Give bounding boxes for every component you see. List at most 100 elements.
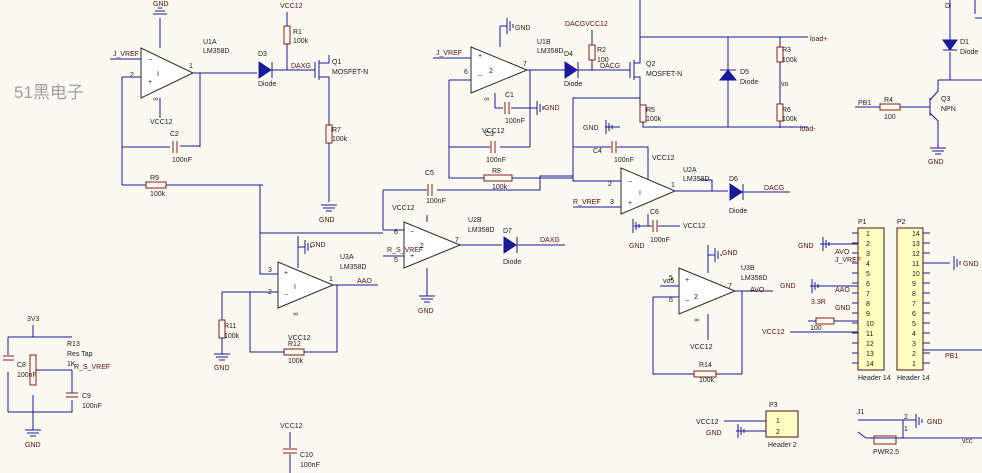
wire <box>260 229 404 234</box>
power-jack-j1[interactable] <box>873 435 897 445</box>
schematic-label: GND <box>25 442 41 449</box>
resistor-r1[interactable] <box>283 25 291 45</box>
schematic-label: Diode <box>258 81 276 88</box>
wire <box>923 256 961 270</box>
u3a-opamp[interactable] <box>277 261 335 309</box>
wire <box>448 79 471 147</box>
schematic-label: 100k <box>782 57 798 64</box>
u1a-opamp[interactable] <box>140 47 195 99</box>
schematic-label: GND <box>583 125 599 132</box>
schematic-label: D7 <box>503 228 512 235</box>
wire <box>321 143 337 212</box>
schematic-label: VCC12 <box>150 119 173 126</box>
resistor-r4[interactable] <box>879 103 901 111</box>
schematic-label: R9 <box>150 175 159 182</box>
schematic-label: R14 <box>699 362 712 369</box>
p1-p2-headers: P1 1234567891011121314 Header 14 P2 1413… <box>762 219 982 382</box>
schematic-label: Header 14 <box>858 375 891 382</box>
schematic-label: vo <box>781 81 789 88</box>
schematic-label: VCC12 <box>288 335 311 342</box>
header-pin-label: 1 <box>866 231 870 238</box>
u2b-r-s-vref-net: R_S_VREF <box>387 247 423 254</box>
wire <box>494 93 503 109</box>
schematic-label: 1 <box>904 426 908 433</box>
diode-d6[interactable] <box>729 183 743 201</box>
schematic-label: Res Tap <box>67 351 93 358</box>
schematic-label: GND <box>963 261 979 268</box>
resistor-r9[interactable] <box>145 181 167 189</box>
schematic-label: VCC12 <box>392 205 415 212</box>
wire <box>611 141 617 153</box>
schematic-label: GND <box>706 430 722 437</box>
schematic-label: MOSFET-N <box>646 71 682 78</box>
wire <box>707 245 722 273</box>
schematic-label: PWR2.5 <box>873 449 899 456</box>
wire <box>572 97 646 178</box>
schematic-label: 100nF <box>505 118 525 125</box>
diode-d1[interactable] <box>942 39 958 51</box>
header-p3[interactable] <box>765 410 799 438</box>
net-3v3: 3V3 <box>27 316 40 323</box>
schematic-label: − <box>410 229 414 236</box>
schematic-label: AAO <box>835 287 850 294</box>
wire <box>499 18 514 47</box>
wire <box>121 147 263 186</box>
schematic-label: DACG <box>600 63 620 70</box>
schematic-label: Header 2 <box>768 442 797 449</box>
header-p2[interactable] <box>896 227 924 371</box>
wire <box>419 268 435 303</box>
header-p1[interactable] <box>857 227 885 371</box>
header-pin-label: 5 <box>866 271 870 278</box>
header-pin-label: 7 <box>912 301 916 308</box>
resistor-r12[interactable] <box>283 348 305 356</box>
wire <box>857 419 904 439</box>
diode-d3[interactable] <box>258 61 272 79</box>
schematic-label: 100k <box>293 38 309 45</box>
schematic-label: R8 <box>492 168 501 175</box>
schematic-label: + <box>410 253 414 260</box>
schematic-label: R12 <box>288 341 301 348</box>
wire <box>903 414 982 439</box>
header-p1-ref: P1 <box>858 219 867 226</box>
schematic-label: 3.3R <box>811 299 826 306</box>
wire <box>221 291 284 353</box>
schematic-label: MOSFET-N <box>332 69 368 76</box>
resistor-r2[interactable] <box>588 44 596 61</box>
schematic-label: D3 <box>258 51 267 58</box>
schematic-label: VCC12 <box>762 329 785 336</box>
header-p2-ref: P2 <box>897 219 906 226</box>
schematic-label: − <box>628 179 632 186</box>
schematic-label: 2 <box>489 68 493 75</box>
mosfet-q1[interactable]: Q1 <box>332 59 341 66</box>
bjt-q3[interactable]: Q3 <box>941 96 950 103</box>
schematic-label: Diode <box>740 79 758 86</box>
u3b-part: LM358D <box>741 275 767 282</box>
schematic-label: C1 <box>505 92 514 99</box>
diode-d5[interactable] <box>718 69 738 81</box>
schematic-label: 100nF <box>486 157 506 164</box>
schematic-label: VCC12 <box>690 344 713 351</box>
diode-d7[interactable] <box>503 236 517 254</box>
u2a-ref: U2A <box>683 167 697 174</box>
net-gnd: GND <box>153 1 169 8</box>
mosfet-q2[interactable]: Q2 <box>646 61 655 68</box>
load-minus-net: load- <box>800 126 816 133</box>
schematic-label: ∞ <box>293 311 298 318</box>
pb1-net: PB1 <box>858 100 871 107</box>
resistor-r8[interactable] <box>483 174 513 182</box>
resistor-r-header[interactable] <box>815 317 835 325</box>
diode-d4[interactable] <box>564 61 578 79</box>
q2-section: D4 Diode DACG DACGVCC12 R2 100 Q2 MOSFET… <box>564 0 827 178</box>
schematic-label: 100nF <box>172 157 192 164</box>
wire <box>929 80 939 148</box>
schematic-label: Diode <box>503 259 521 266</box>
u1a-section: GND − + I U1A LM358D J_VREF 2 1 ∞ VCC12 C… <box>110 1 263 198</box>
schematic-label: 1 <box>189 63 193 70</box>
u3b-opamp[interactable] <box>678 267 737 315</box>
schematic-label: 1 <box>671 182 675 189</box>
schematic-label: D1 <box>960 39 969 46</box>
resistor-r13[interactable] <box>29 354 37 386</box>
schematic-label: 5 <box>394 257 398 264</box>
schematic-label: D4 <box>564 51 573 58</box>
header-pin-label: 9 <box>866 311 870 318</box>
